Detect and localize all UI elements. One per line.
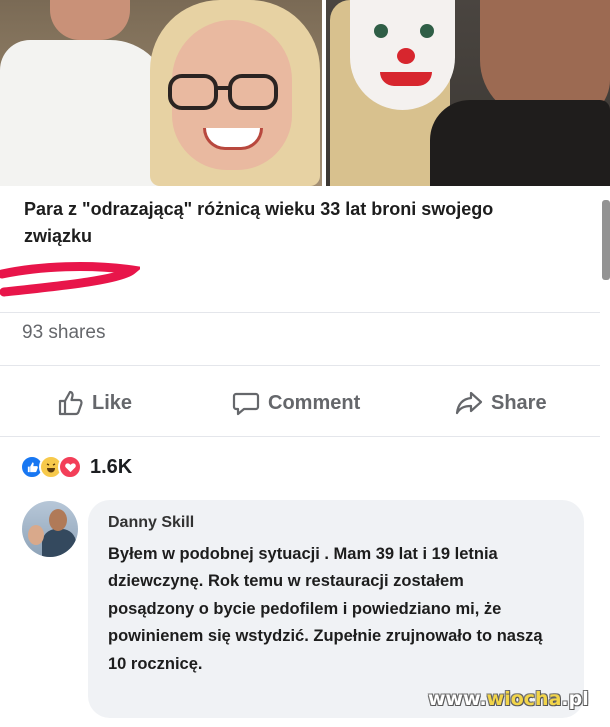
post-headline[interactable]: Para z "odrazającą" różnicą wieku 33 lat… bbox=[24, 196, 544, 250]
watermark-suffix: .pl bbox=[561, 688, 589, 710]
like-button[interactable]: Like bbox=[56, 388, 132, 418]
shares-count[interactable]: 93 shares bbox=[22, 322, 105, 344]
avatar-body bbox=[42, 529, 76, 557]
share-arrow-icon bbox=[455, 391, 483, 415]
watermark-brand: wiocha bbox=[486, 688, 562, 710]
avatar-child bbox=[28, 525, 44, 545]
comment-author[interactable]: Danny Skill bbox=[108, 514, 194, 532]
share-label: Share bbox=[491, 391, 547, 414]
clown-eye-left bbox=[374, 24, 388, 38]
like-label: Like bbox=[92, 391, 133, 414]
comment-label: Comment bbox=[268, 391, 361, 414]
comment-icon bbox=[232, 392, 260, 416]
share-button[interactable]: Share bbox=[455, 388, 547, 418]
avatar-head bbox=[49, 509, 67, 531]
post-photo[interactable] bbox=[0, 0, 610, 186]
red-highlight-mark bbox=[0, 262, 140, 297]
love-icon bbox=[58, 455, 82, 479]
watermark: www.wiocha.pl bbox=[428, 688, 589, 710]
thumbs-up-icon bbox=[58, 390, 83, 416]
joker-suit bbox=[430, 100, 610, 186]
divider bbox=[0, 436, 600, 437]
avatar[interactable] bbox=[22, 501, 78, 557]
photo-left-couple bbox=[0, 0, 325, 186]
reactions-summary[interactable]: 1.6K bbox=[20, 454, 132, 480]
comment-text: Byłem w podobnej sytuacji . Mam 39 lat i… bbox=[108, 545, 543, 673]
divider bbox=[0, 312, 600, 313]
clown-mouth bbox=[380, 72, 432, 86]
clown-eye-right bbox=[420, 24, 434, 38]
comment-button[interactable]: Comment bbox=[232, 388, 360, 418]
man-figure bbox=[50, 0, 130, 40]
clown-nose bbox=[397, 48, 415, 64]
divider bbox=[0, 365, 600, 366]
glasses bbox=[168, 74, 278, 110]
photo-divider bbox=[322, 0, 326, 186]
scrollbar[interactable] bbox=[602, 200, 610, 280]
man-shirt bbox=[0, 40, 170, 186]
watermark-prefix: www. bbox=[428, 688, 487, 710]
reactions-count: 1.6K bbox=[90, 455, 133, 478]
